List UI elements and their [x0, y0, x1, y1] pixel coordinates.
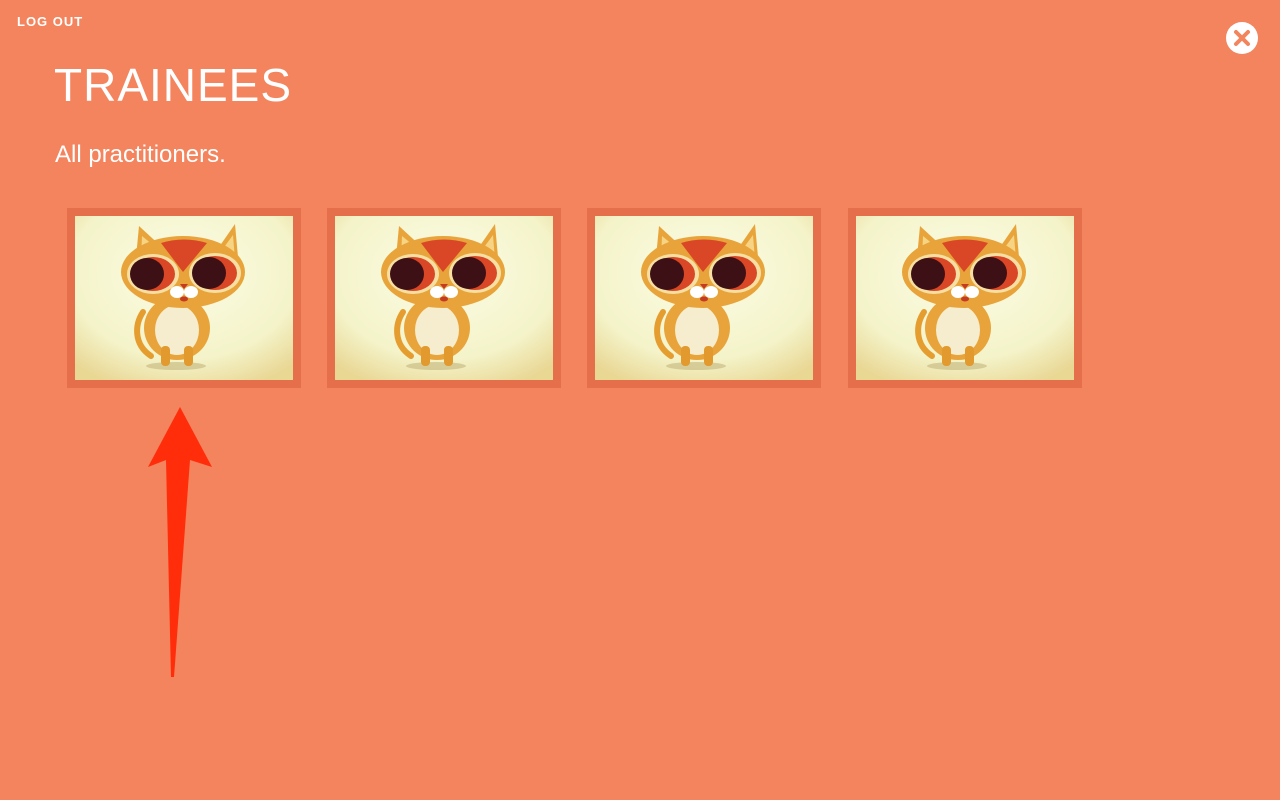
trainee-card[interactable]	[327, 208, 561, 388]
cat-avatar-icon	[595, 216, 813, 380]
close-icon	[1234, 30, 1250, 46]
trainee-card[interactable]	[67, 208, 301, 388]
trainee-card[interactable]	[848, 208, 1082, 388]
logout-link[interactable]: LOG OUT	[17, 14, 83, 29]
arrow-up-icon	[148, 407, 212, 677]
close-button[interactable]	[1226, 22, 1258, 54]
cat-avatar-icon	[75, 216, 293, 380]
trainee-card[interactable]	[587, 208, 821, 388]
page-title: TRAINEES	[54, 59, 293, 111]
page-subtitle: All practitioners.	[55, 141, 226, 168]
cat-avatar-icon	[856, 216, 1074, 380]
cat-avatar-icon	[335, 216, 553, 380]
